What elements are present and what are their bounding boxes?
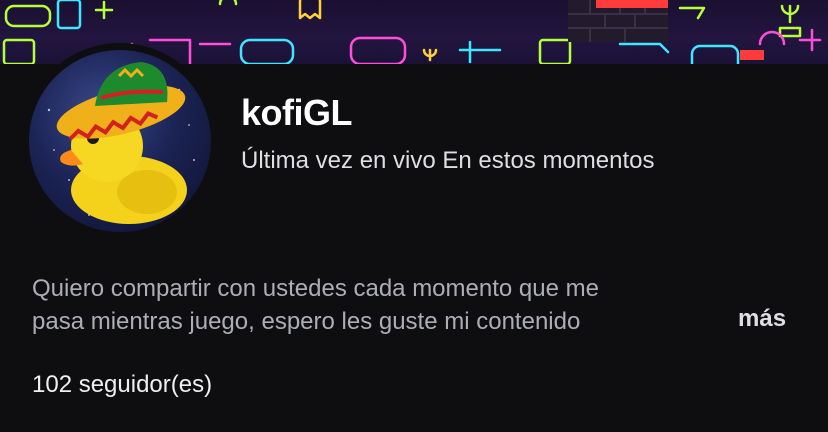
last-live-status: Última vez en vivo En estos momentos [241,147,655,174]
gamepad-icon [239,38,295,64]
handheld-icon [56,0,82,30]
channel-bio: Quiero compartir con ustedes cada moment… [32,272,732,338]
gamepad-icon [690,44,740,64]
follower-count: 102 seguidor(es) [32,371,213,398]
avatar[interactable] [29,50,211,232]
handheld-icon [538,38,572,64]
ghost-icon [298,0,322,20]
channel-name: kofiGL [241,92,353,133]
handheld-icon [2,38,36,64]
bio-line: Quiero compartir con ustedes cada moment… [32,275,599,302]
bio-more-button[interactable]: más [738,305,786,333]
gamepad-icon [4,4,52,28]
joystick-icon [422,48,438,62]
duck-avatar-image [47,62,195,224]
bio-line: pasa mientras juego, espero les guste mi… [32,308,581,335]
joystick-icon [778,4,802,38]
gamepad-icon [349,36,407,64]
